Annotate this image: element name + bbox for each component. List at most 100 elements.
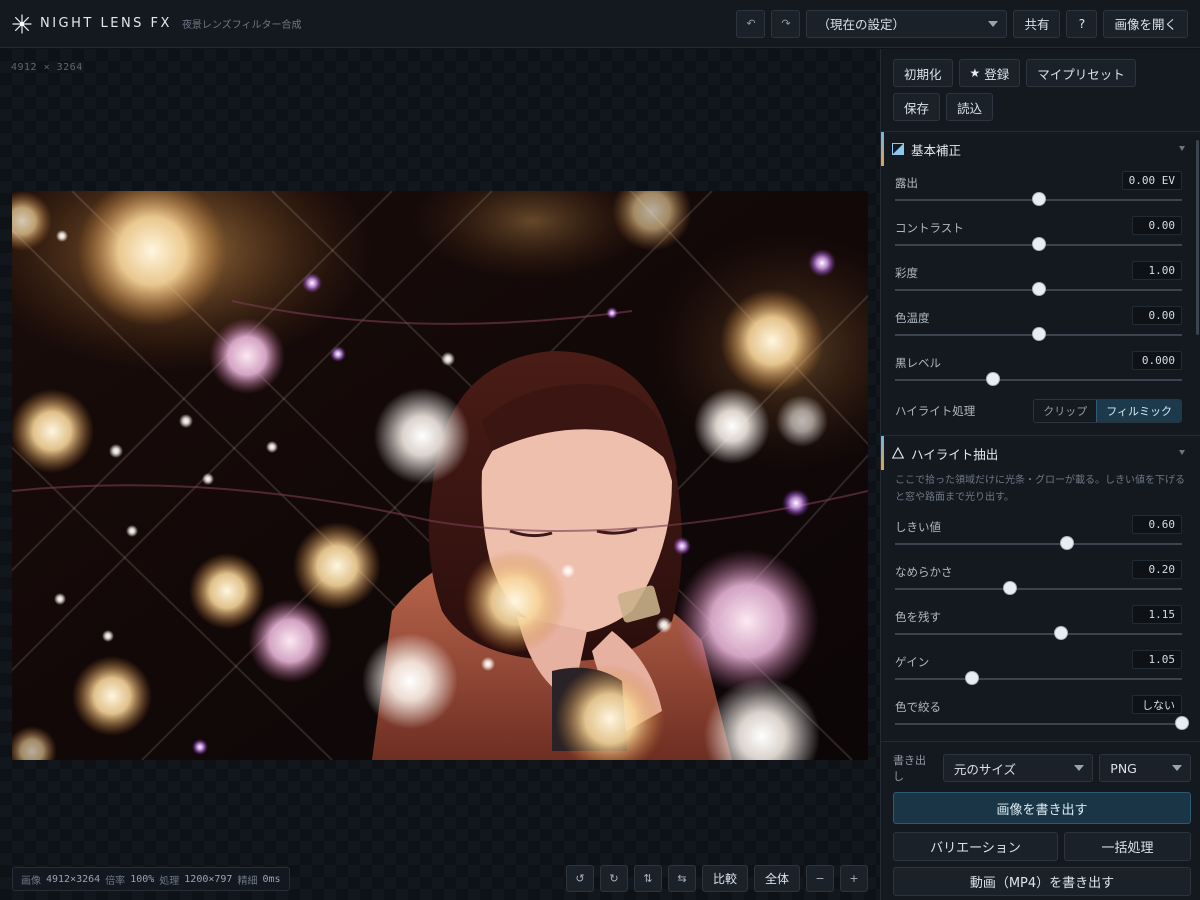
slider-label: 彩度: [895, 266, 918, 280]
status-detail-value: 0ms: [262, 873, 281, 885]
slider-thumb[interactable]: [1032, 193, 1045, 205]
app-header: NIGHT LENS FX 夜景レンズフィルター合成 ↶ ↷ （現在の設定） 共…: [0, 0, 1200, 48]
status-image-label: 画像: [21, 875, 41, 887]
slider-thumb[interactable]: [1032, 328, 1045, 340]
preview-image[interactable]: [12, 191, 868, 760]
view-toolbar: ↺ ↻ ⇅ ⇆ 比較 全体 − +: [565, 865, 868, 892]
slider-track[interactable]: [895, 543, 1182, 545]
slider-thumb[interactable]: [966, 672, 979, 684]
save-button[interactable]: 保存: [893, 93, 941, 121]
app-title: NIGHT LENS FX: [40, 16, 172, 31]
variation-button[interactable]: バリエーション: [893, 832, 1058, 861]
rotate-left-button[interactable]: ↺: [565, 865, 594, 892]
section-extract-header[interactable]: ハイライト抽出: [881, 436, 1200, 470]
status-process-label: 処理: [159, 875, 180, 887]
slider-thumb[interactable]: [1032, 238, 1045, 250]
slider-value-field[interactable]: 0.00: [1132, 306, 1182, 325]
slider-value-field[interactable]: 1.15: [1132, 605, 1182, 624]
export-size-select[interactable]: 元のサイズ: [942, 754, 1094, 782]
slider-thumb[interactable]: [1003, 582, 1016, 594]
highlight-mode-toggle: クリップ フィルミック: [1033, 399, 1182, 423]
export-image-button[interactable]: 画像を書き出す: [893, 792, 1191, 824]
batch-button[interactable]: 一括処理: [1064, 832, 1191, 861]
adjustments-scroll[interactable]: 基本補正 露出 0.00 EV コントラスト 0.00 彩度 1.00 色温度 0.00 黒レベ…: [881, 131, 1200, 741]
chevron-down-icon: [1172, 765, 1182, 771]
slider-row: ゲイン 1.05: [881, 645, 1200, 690]
preset-select[interactable]: （現在の設定）: [806, 9, 1008, 38]
slider-thumb[interactable]: [986, 373, 999, 385]
slider-value-field[interactable]: 0.000: [1132, 351, 1182, 370]
compare-button[interactable]: 比較: [701, 865, 748, 892]
reset-button[interactable]: 初期化: [893, 59, 953, 87]
slider-value-field[interactable]: 0.60: [1132, 515, 1182, 534]
slider-value-field[interactable]: 0.00: [1132, 216, 1182, 235]
section-extract-title: ハイライト抽出: [911, 446, 999, 462]
undo-button[interactable]: ↶: [736, 9, 766, 38]
chevron-down-icon: [1074, 765, 1085, 771]
status-process-value: 1200×797: [184, 873, 233, 885]
slider-row: しきい値 0.60: [881, 510, 1200, 555]
slider-value-field[interactable]: 0.20: [1132, 560, 1182, 579]
share-button[interactable]: 共有: [1013, 9, 1061, 38]
zoom-out-button[interactable]: −: [806, 865, 834, 892]
slider-label: しきい値: [895, 520, 941, 534]
open-image-button[interactable]: 画像を開く: [1103, 9, 1188, 38]
slider-track[interactable]: [895, 588, 1182, 590]
my-presets-button[interactable]: マイプリセット: [1026, 59, 1136, 87]
fit-view-button[interactable]: 全体: [753, 865, 800, 892]
section-accent: [881, 436, 884, 470]
export-label: 書き出し: [893, 754, 926, 783]
section-basic-header[interactable]: 基本補正: [881, 132, 1200, 166]
slider-track[interactable]: [895, 633, 1182, 635]
slider-label: ゲイン: [895, 655, 930, 669]
canvas-area[interactable]: 4912 × 3264 画像 4912×3264 倍率 100% 処理 1200…: [0, 49, 880, 900]
slider-value-field[interactable]: しない: [1132, 695, 1182, 714]
slider-thumb[interactable]: [1176, 717, 1188, 729]
status-zoom-label: 倍率: [105, 875, 126, 887]
slider-label: コントラスト: [895, 221, 964, 235]
slider-row: 黒レベル 0.000: [881, 346, 1200, 391]
flip-vertical-button[interactable]: ⇅: [633, 865, 662, 892]
slider-row: 色温度 0.00: [881, 301, 1200, 346]
redo-button[interactable]: ↷: [771, 9, 801, 38]
flip-vertical-icon: ⇅: [643, 872, 653, 885]
slider-row: 露出 0.00 EV: [881, 166, 1200, 211]
export-video-button[interactable]: 動画（MP4）を書き出す: [893, 867, 1191, 896]
register-preset-button[interactable]: ★ 登録: [958, 59, 1021, 87]
slider-thumb[interactable]: [1061, 537, 1074, 549]
slider-value-field[interactable]: 0.00 EV: [1121, 171, 1182, 190]
undo-icon: ↶: [746, 17, 756, 30]
slider-label: 黒レベル: [895, 356, 941, 370]
help-button[interactable]: ?: [1066, 9, 1098, 38]
highlight-mode-row: ハイライト処理 クリップ フィルミック: [881, 391, 1200, 433]
highlight-clip-option[interactable]: クリップ: [1034, 400, 1097, 422]
slider-row: 彩度 1.00: [881, 256, 1200, 301]
flip-horizontal-button[interactable]: ⇆: [667, 865, 696, 892]
load-button[interactable]: 読込: [946, 93, 994, 121]
highlight-filmic-option[interactable]: フィルミック: [1096, 400, 1181, 422]
slider-track[interactable]: [895, 379, 1182, 381]
section-accent: [881, 132, 884, 166]
chevron-down-icon: [1179, 146, 1185, 151]
chevron-down-icon: [1179, 450, 1185, 455]
rotate-right-icon: ↻: [609, 872, 619, 885]
export-format-select[interactable]: PNG: [1099, 754, 1191, 782]
zoom-in-button[interactable]: +: [840, 865, 868, 892]
slider-label: 色を残す: [895, 610, 941, 624]
highlight-mode-label: ハイライト処理: [895, 404, 976, 418]
section-basic-title: 基本補正: [911, 142, 962, 158]
slider-value-field[interactable]: 1.00: [1132, 261, 1182, 280]
night-portrait-bokeh-image: [12, 191, 868, 760]
slider-thumb[interactable]: [1032, 283, 1045, 295]
status-image-value: 4912×3264: [46, 873, 101, 885]
slider-value-field[interactable]: 1.05: [1132, 650, 1182, 669]
slider-track[interactable]: [895, 723, 1182, 725]
section-extract-note: ここで拾った領域だけに光条・グローが載る。しきい値を下げると窓や路面まで光り出す…: [895, 475, 1185, 503]
slider-label: なめらかさ: [895, 565, 953, 579]
slider-label: 色温度: [895, 311, 930, 325]
slider-thumb[interactable]: [1055, 627, 1068, 639]
slider-label: 露出: [895, 176, 918, 190]
export-section: 書き出し 元のサイズ PNG 画像を書き出す バリエーション 一括処理 動画（M…: [881, 741, 1200, 900]
slider-track[interactable]: [895, 678, 1182, 680]
rotate-right-button[interactable]: ↻: [599, 865, 628, 892]
